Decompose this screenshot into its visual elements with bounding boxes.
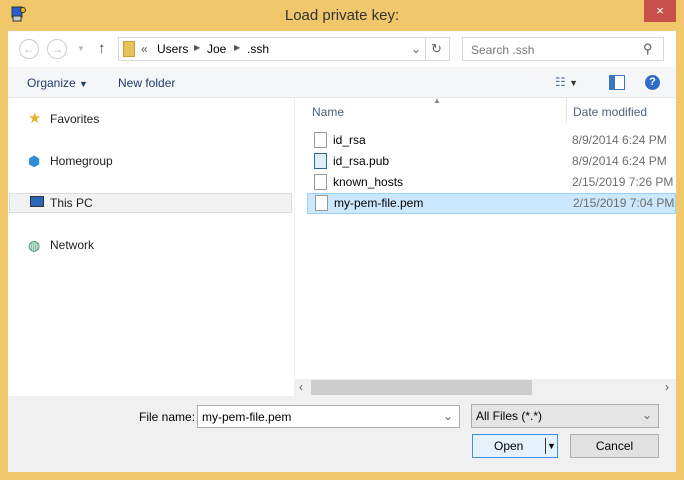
file-name-input[interactable]: my-pem-file.pem ⌄ [197,405,460,428]
sidebar-item-homegroup[interactable]: ⬢ Homegroup [14,152,113,170]
breadcrumb-users[interactable]: Users [157,42,188,56]
network-icon: ◍ [28,237,41,253]
sidebar-item-this-pc[interactable]: This PC [9,193,292,213]
up-button[interactable]: ↑ [98,40,106,57]
file-date: 2/15/2019 7:04 PM [573,196,675,210]
homegroup-icon: ⬢ [28,153,41,169]
column-header-date[interactable]: Date modified [573,105,647,119]
cancel-button[interactable]: Cancel [570,434,659,458]
search-input[interactable]: Search .ssh [462,37,664,61]
open-button[interactable]: Open ▼ [472,434,558,458]
column-header-name[interactable]: Name [312,105,344,119]
organize-button[interactable]: Organize ▼ [27,76,88,90]
preview-pane-icon[interactable] [609,75,625,90]
new-folder-button[interactable]: New folder [118,76,175,90]
back-button[interactable]: ← [19,39,39,59]
scroll-right-icon[interactable]: › [665,380,669,394]
file-row[interactable]: id_rsa 8/9/2014 6:24 PM [306,130,676,151]
file-name: id_rsa.pub [333,154,390,168]
putty-key-file-icon [314,153,327,169]
file-row[interactable]: known_hosts 2/15/2019 7:26 PM [306,172,676,193]
window-title: Load private key: [284,7,400,24]
sidebar-item-network[interactable]: ◍ Network [14,236,94,254]
scrollbar-thumb[interactable] [311,380,532,395]
sidebar-label: Network [50,238,95,252]
sidebar-label: Homegroup [50,154,113,168]
help-icon[interactable]: ? [645,75,660,90]
breadcrumb-ssh[interactable]: .ssh [247,42,269,56]
forward-button[interactable]: → [47,39,67,59]
close-button[interactable]: × [644,0,676,22]
file-date: 8/9/2014 6:24 PM [572,133,667,147]
file-name: my-pem-file.pem [334,196,424,210]
address-bar[interactable]: « Users ▶ Joe ▶ .ssh ⌄ ↻ [118,37,450,61]
open-label: Open [494,439,524,453]
file-name-label: File name: [139,410,196,424]
scroll-left-icon[interactable]: ‹ [299,380,303,394]
sort-ascending-icon: ▲ [433,96,441,105]
file-icon [314,174,327,190]
file-name: known_hosts [333,175,404,189]
search-icon[interactable]: ⚲ [643,41,653,57]
address-dropdown-icon[interactable]: ⌄ [411,42,421,56]
star-icon: ★ [28,110,42,127]
sidebar-label: Favorites [50,112,100,126]
file-name: id_rsa [333,133,366,147]
refresh-icon[interactable]: ↻ [431,41,442,57]
sidebar-item-favorites[interactable]: ★ Favorites [14,110,99,128]
chevron-down-icon: ⌄ [641,408,652,422]
view-options-icon[interactable]: ☷ ▼ [555,75,578,89]
organize-label: Organize [27,76,76,90]
sidebar-label: This PC [50,196,93,210]
open-dropdown-icon[interactable]: ▼ [547,435,556,457]
file-type-select[interactable]: All Files (*.*) ⌄ [471,404,659,428]
file-icon [314,132,327,148]
folder-icon [123,41,135,57]
breadcrumb-joe[interactable]: Joe [207,42,226,56]
chevron-down-icon[interactable]: ⌄ [443,409,453,423]
breadcrumb-overflow[interactable]: « [141,42,148,56]
file-date: 2/15/2019 7:26 PM [572,175,674,189]
computer-icon [30,196,44,207]
file-date: 8/9/2014 6:24 PM [572,154,667,168]
recent-dropdown-icon[interactable]: ▼ [77,44,85,53]
file-type-value: All Files (*.*) [476,409,543,423]
file-icon [315,195,328,211]
file-name-value: my-pem-file.pem [202,410,292,424]
file-row-selected[interactable]: my-pem-file.pem 2/15/2019 7:04 PM [307,193,676,214]
file-row[interactable]: id_rsa.pub 8/9/2014 6:24 PM [306,151,676,172]
